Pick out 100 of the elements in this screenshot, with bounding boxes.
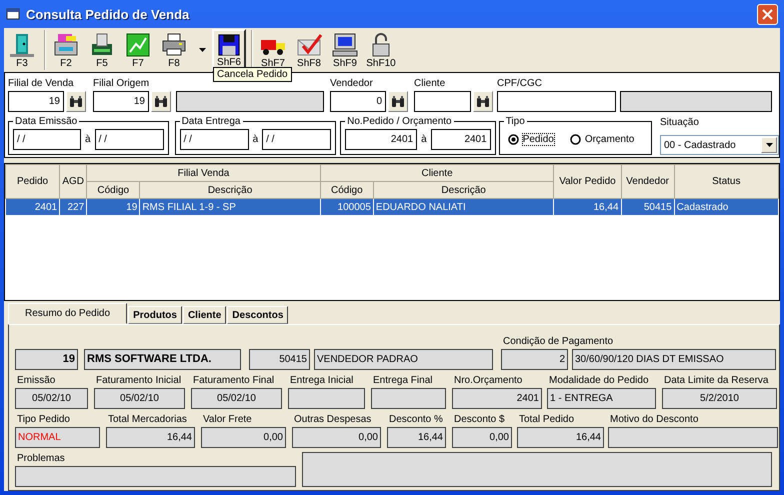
range-separator: à: [85, 133, 91, 147]
field-label: Total Pedido: [518, 413, 574, 427]
field-label: Nro.Orçamento: [453, 374, 522, 388]
door-icon: [8, 32, 36, 58]
field-label: Entrega Final: [372, 374, 432, 388]
input-field[interactable]: / /: [94, 128, 164, 150]
close-button[interactable]: [757, 4, 778, 24]
radio-icon[interactable]: [508, 134, 519, 144]
lookup-button[interactable]: [388, 91, 408, 112]
column-header[interactable]: Código: [320, 182, 374, 198]
field-label: Valor Frete: [202, 413, 252, 427]
window-title: Consulta Pedido de Venda: [26, 6, 190, 22]
readonly-field: VENDEDOR PADRAO: [314, 349, 493, 370]
input-field[interactable]: 19: [8, 91, 64, 112]
group-label: Tipo: [504, 116, 526, 127]
lookup-button[interactable]: [151, 91, 171, 112]
input-field[interactable]: [414, 91, 471, 112]
column-header[interactable]: Valor Pedido: [554, 164, 622, 198]
table-cell: 19: [86, 198, 140, 216]
group-label: No.Pedido / Orçamento: [346, 116, 453, 127]
lookup-button[interactable]: [66, 91, 86, 112]
field-label: Desconto $: [453, 413, 505, 427]
column-header[interactable]: Código: [86, 182, 140, 198]
input-field[interactable]: / /: [180, 128, 249, 150]
readonly-field: 0,00: [292, 427, 381, 448]
table-cell: 50415: [621, 198, 674, 216]
input-field[interactable]: / /: [13, 128, 81, 150]
field-label: CPF/CGC: [497, 77, 542, 91]
table-cell: EDUARDO NALIATI: [373, 198, 554, 216]
envelope-check-icon: [295, 32, 323, 58]
field-label: Cliente: [414, 77, 446, 91]
toolbar-button[interactable]: F3: [5, 28, 39, 72]
field-label: Tipo Pedido: [16, 413, 70, 427]
lookup-button[interactable]: [473, 91, 493, 112]
toolbar-button[interactable]: ShF9: [328, 28, 362, 72]
toolbar-button[interactable]: F2: [49, 28, 83, 72]
readonly-field: 50415: [249, 349, 310, 370]
binoculars-icon: [391, 96, 405, 108]
range-separator: à: [252, 133, 258, 147]
readonly-field: 19: [15, 349, 78, 370]
status-dropdown[interactable]: 00 - Cadastrado: [660, 135, 779, 155]
group-label: Data Entrega: [180, 116, 242, 127]
readonly-field: 0,00: [201, 427, 286, 448]
field-label: Faturamento Inicial: [95, 374, 182, 388]
close-icon: [762, 8, 773, 20]
readonly-field: RMS SOFTWARE LTDA.: [84, 349, 241, 370]
field-label: Data Limite da Reserva: [663, 374, 768, 388]
input-field[interactable]: 0: [330, 91, 386, 112]
radio-icon[interactable]: [570, 134, 581, 144]
field-label: Faturamento Final: [192, 374, 274, 388]
column-header[interactable]: Descrição: [140, 182, 320, 198]
input-field[interactable]: 19: [93, 91, 149, 112]
toolbar-button[interactable]: ShF8: [292, 28, 326, 72]
toolbar-button[interactable]: F8: [157, 28, 191, 72]
input-field[interactable]: 2401: [345, 128, 418, 150]
readonly-field: 05/02/10: [191, 388, 282, 409]
radio-label[interactable]: Pedido: [522, 134, 554, 144]
table-cell: 2401: [6, 198, 60, 216]
column-header[interactable]: Pedido: [6, 164, 60, 198]
column-header[interactable]: Vendedor: [621, 164, 674, 198]
table-cell: Cadastrado: [674, 198, 778, 216]
readonly-field: 05/02/10: [94, 388, 185, 409]
column-header[interactable]: AGD: [60, 164, 87, 198]
column-header[interactable]: Descrição: [373, 182, 554, 198]
chart-icon: [124, 32, 152, 58]
readonly-field: 0,00: [452, 427, 512, 448]
field-label: Entrega Inicial: [289, 374, 354, 388]
computer-icon: [331, 32, 359, 58]
tab[interactable]: Produtos: [128, 306, 182, 324]
field-label: Filial de Venda: [8, 77, 74, 91]
field-label: Problemas: [16, 452, 65, 466]
caret-icon: [766, 143, 772, 147]
readonly-field: 16,44: [106, 427, 195, 448]
field-label: Filial Origem: [93, 77, 150, 91]
readonly-field: NORMAL: [15, 427, 100, 448]
binoculars-icon: [154, 96, 168, 108]
input-field[interactable]: [497, 91, 616, 112]
toolbar-button[interactable]: F5: [85, 28, 119, 72]
radio-label[interactable]: Orçamento: [584, 134, 634, 144]
tab[interactable]: Resumo do Pedido: [8, 303, 128, 324]
tab[interactable]: Descontos: [227, 306, 288, 324]
tab[interactable]: Cliente: [182, 306, 226, 324]
caret-icon[interactable]: [199, 48, 206, 52]
field-label: Vendedor: [330, 77, 373, 91]
toolbar-button[interactable]: ShF10: [364, 28, 398, 72]
readonly-field: 1 - ENTREGA: [547, 388, 656, 409]
readonly-field: 16,44: [387, 427, 446, 448]
readonly-field: 16,44: [517, 427, 604, 448]
input-field[interactable]: 2401: [430, 128, 491, 150]
column-header[interactable]: Cliente: [320, 164, 554, 182]
field-label: Total Mercadorias: [107, 413, 187, 427]
input-field[interactable]: / /: [262, 128, 332, 150]
field-label: Motivo do Desconto: [609, 413, 698, 427]
field-label: Condição de Pagamento: [502, 335, 614, 349]
toolbar-button[interactable]: F7: [121, 28, 155, 72]
table-cell: RMS FILIAL 1-9 - SP: [140, 198, 320, 216]
column-header[interactable]: Status: [674, 164, 778, 198]
group-label: Data Emissão: [14, 116, 78, 127]
column-header[interactable]: Filial Venda: [86, 164, 320, 182]
readonly-field: 30/60/90/120 DIAS DT EMISSAO: [572, 349, 776, 370]
